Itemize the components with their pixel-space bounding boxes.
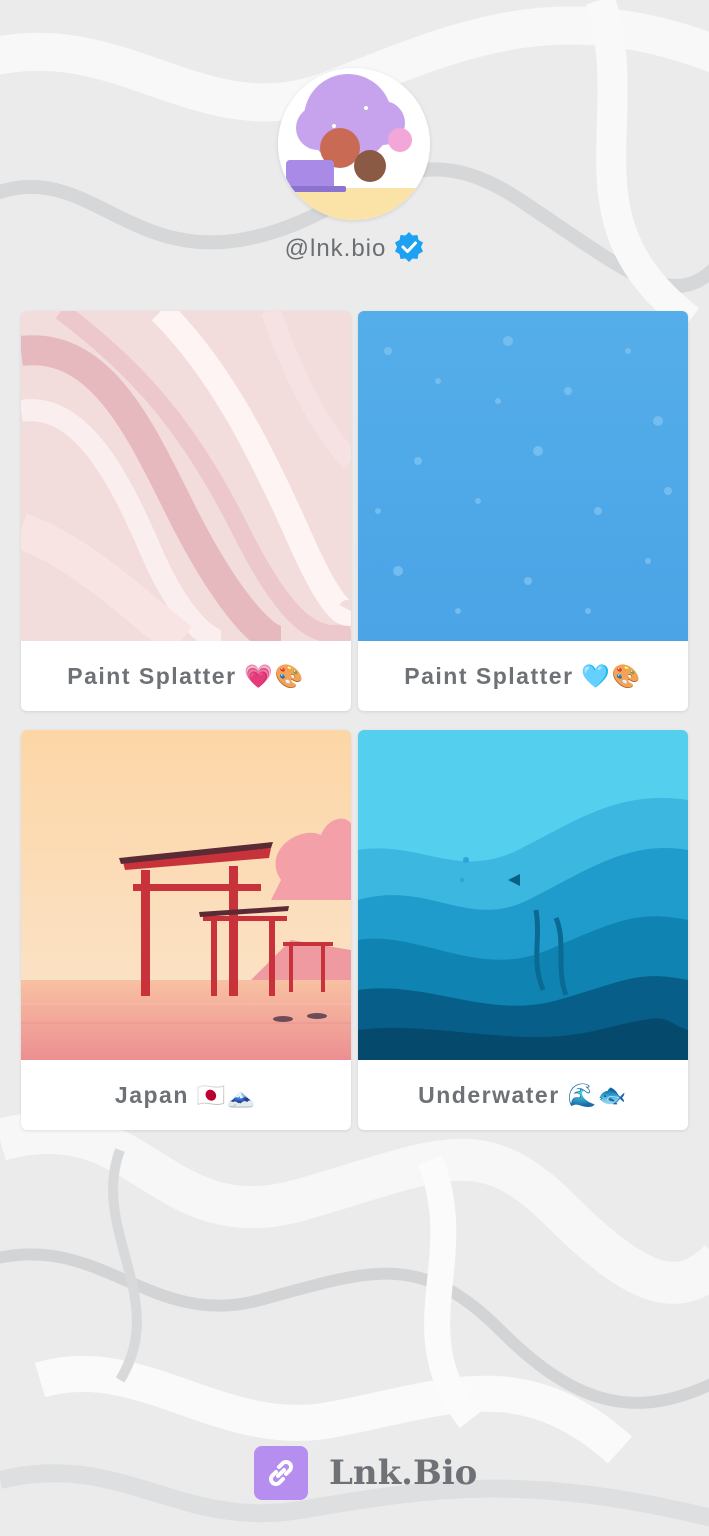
link-card-underwater[interactable]: Underwater 🌊🐟: [358, 730, 688, 1130]
link-icon: [254, 1446, 308, 1500]
link-card-japan[interactable]: Japan 🇯🇵🗻: [21, 730, 351, 1130]
verified-badge-icon: [394, 232, 424, 269]
profile-avatar[interactable]: [278, 68, 430, 220]
footer-brand[interactable]: Lnk.Bio: [254, 1446, 477, 1500]
profile-handle-row: @lnk.bio: [0, 232, 709, 269]
pink-marble-thumbnail: [21, 311, 351, 641]
underwater-thumbnail: [358, 730, 688, 1060]
card-label: Japan 🇯🇵🗻: [114, 1082, 258, 1108]
link-card-paint-splatter-pink[interactable]: Paint Splatter 💗🎨: [21, 311, 351, 711]
avatar-illustration-icon: [278, 68, 430, 220]
torii-gate-thumbnail: [21, 730, 351, 1060]
profile-handle[interactable]: @lnk.bio: [285, 235, 387, 262]
card-label: Paint Splatter 🩵🎨: [404, 663, 642, 689]
link-card-paint-splatter-blue[interactable]: Paint Splatter 🩵🎨: [358, 311, 688, 711]
blue-splatter-thumbnail: [358, 311, 688, 641]
brand-name: Lnk.Bio: [329, 1453, 478, 1493]
card-label: Paint Splatter 💗🎨: [67, 663, 305, 689]
card-label: Underwater 🌊🐟: [418, 1082, 628, 1108]
